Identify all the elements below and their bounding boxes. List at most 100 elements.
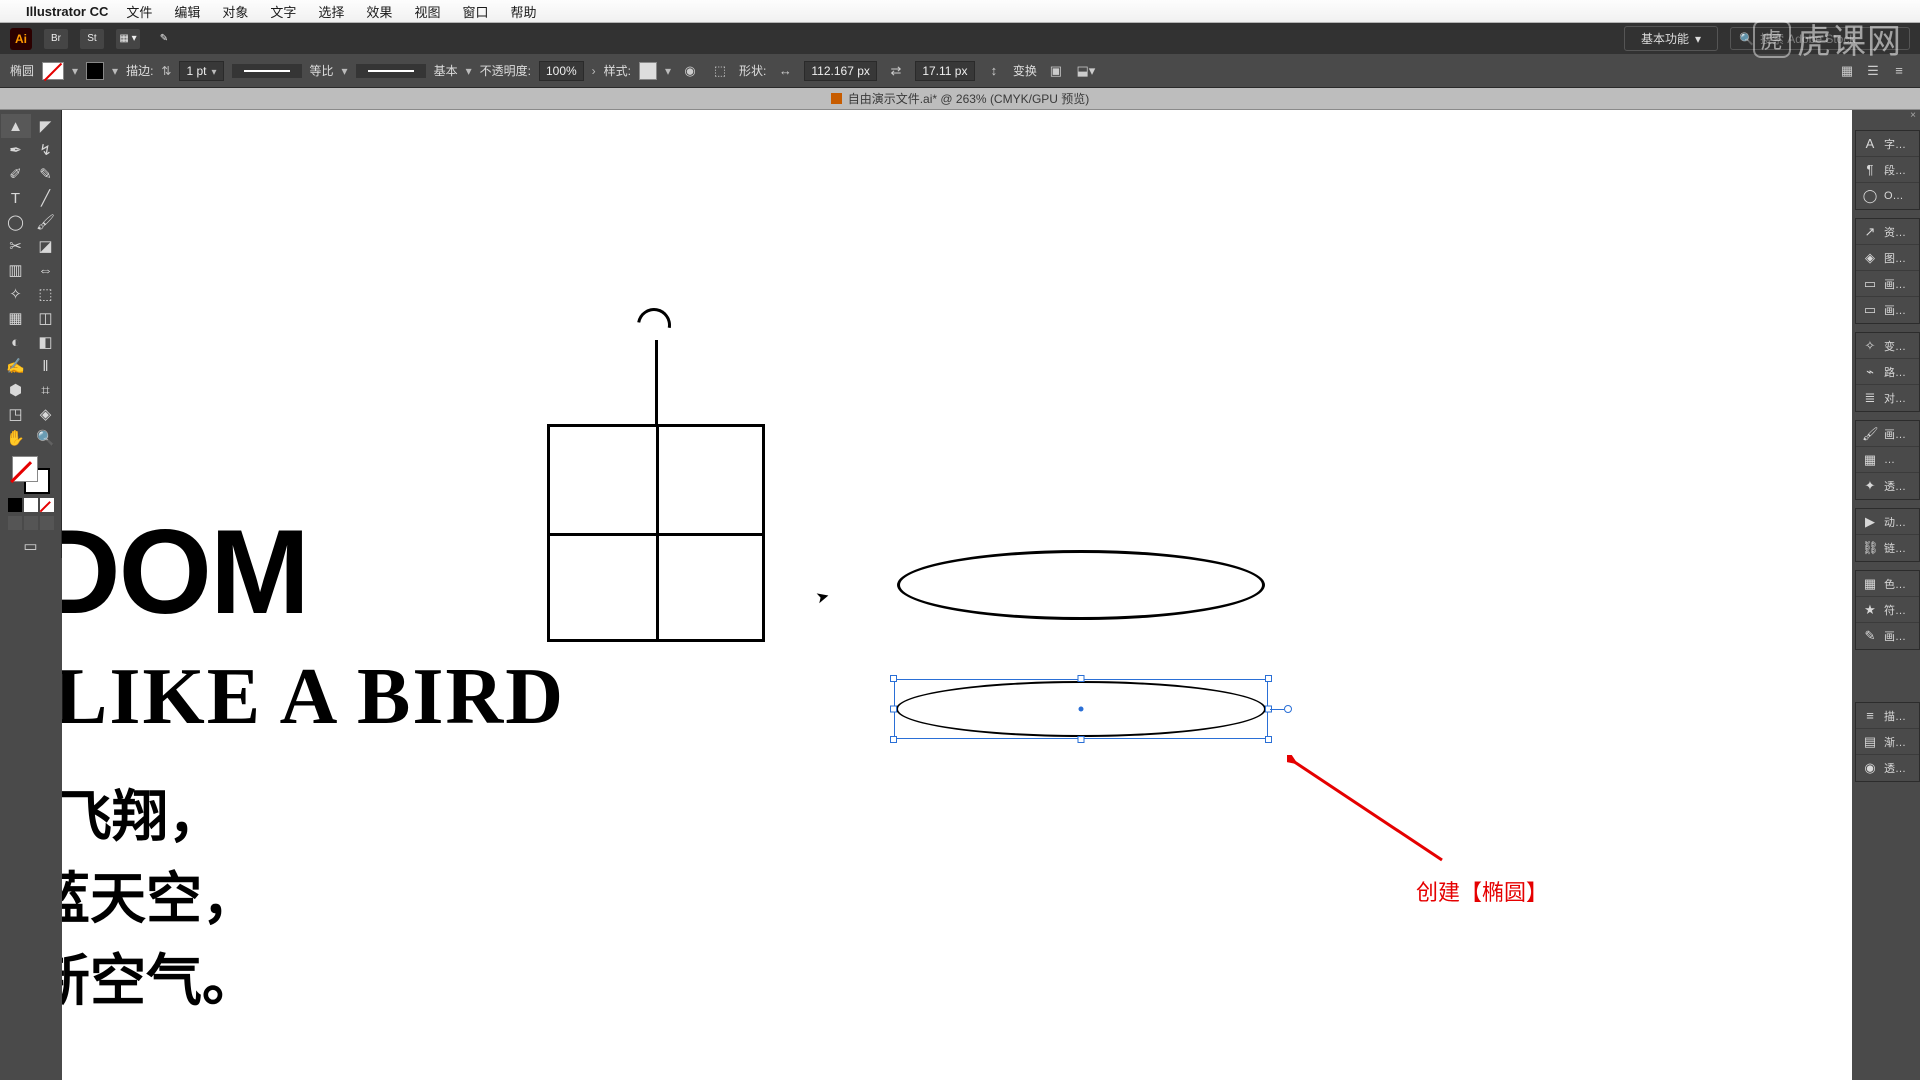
tool-24[interactable]: ◳ xyxy=(1,402,31,426)
draw-behind-icon[interactable] xyxy=(40,516,54,530)
canvas[interactable]: DOM LIKE A BIRD 飞翔， 蓝天空， 新空气。 ➤ xyxy=(62,110,1852,1080)
fill-swatch[interactable] xyxy=(42,62,64,80)
align-objects-icon[interactable]: ⬓▾ xyxy=(1075,60,1097,82)
menu-object[interactable]: 对象 xyxy=(222,2,248,21)
tool-0[interactable]: ▲ xyxy=(1,114,31,138)
panel-actions-0[interactable]: ▶动… xyxy=(1856,509,1919,535)
tool-18[interactable]: ◐ xyxy=(1,330,31,354)
menu-window[interactable]: 窗口 xyxy=(462,2,488,21)
tool-21[interactable]: ‖ xyxy=(31,354,61,378)
panel-stroke-0[interactable]: ≡描… xyxy=(1856,703,1919,729)
tool-3[interactable]: ↯ xyxy=(31,138,61,162)
tool-11[interactable]: ◪ xyxy=(31,234,61,258)
tool-26[interactable]: ✋ xyxy=(1,426,31,450)
bridge-icon[interactable]: Br xyxy=(44,29,68,49)
tool-1[interactable]: ◤ xyxy=(31,114,61,138)
panel-brush-1[interactable]: ▦… xyxy=(1856,447,1919,473)
tool-16[interactable]: ▦ xyxy=(1,306,31,330)
stock-icon[interactable]: St xyxy=(80,29,104,49)
panel-color-0[interactable]: ▦色… xyxy=(1856,571,1919,597)
panel-type-1[interactable]: ¶段… xyxy=(1856,157,1919,183)
tool-22[interactable]: ⬢ xyxy=(1,378,31,402)
link-wh-icon[interactable]: ⇄ xyxy=(885,60,907,82)
panel-actions-1[interactable]: ⛓链… xyxy=(1856,535,1919,561)
color-mode-icon[interactable] xyxy=(8,498,22,512)
menu-select[interactable]: 选择 xyxy=(318,2,344,21)
arrange-docs-icon[interactable]: ▦ ▾ xyxy=(116,29,140,49)
panel-transform-2[interactable]: ≣对… xyxy=(1856,385,1919,411)
stroke-swatch[interactable] xyxy=(86,62,104,80)
menu-help[interactable]: 帮助 xyxy=(510,2,536,21)
panel-assets-0[interactable]: ↗资… xyxy=(1856,219,1919,245)
tool-25[interactable]: ◈ xyxy=(31,402,61,426)
tool-5[interactable]: ✎ xyxy=(31,162,61,186)
handle-bottom-right[interactable] xyxy=(1265,736,1272,743)
brush-def-dropdown[interactable] xyxy=(356,64,426,78)
panel-type-0[interactable]: A字… xyxy=(1856,131,1919,157)
menu-effect[interactable]: 效果 xyxy=(366,2,392,21)
panel-stroke-1[interactable]: ▤渐… xyxy=(1856,729,1919,755)
selected-ellipse-group[interactable] xyxy=(894,679,1268,739)
tool-8[interactable]: ◯ xyxy=(1,210,31,234)
panel-brush-0[interactable]: 🖌画… xyxy=(1856,421,1919,447)
tool-27[interactable]: 🔍 xyxy=(31,426,61,450)
panel-color-2[interactable]: ✎画… xyxy=(1856,623,1919,649)
fill-box[interactable] xyxy=(12,456,38,482)
brush-tool-icon[interactable]: ✎ xyxy=(152,29,176,49)
tool-7[interactable]: ╱ xyxy=(31,186,61,210)
screen-mode-button[interactable]: ▭ xyxy=(1,534,61,558)
tool-12[interactable]: ▥ xyxy=(1,258,31,282)
width-field[interactable]: 112.167 px xyxy=(804,61,877,81)
panel-assets-2[interactable]: ▭画… xyxy=(1856,271,1919,297)
close-icon[interactable]: × xyxy=(1910,110,1916,122)
gradient-mode-icon[interactable] xyxy=(24,498,38,512)
tool-17[interactable]: ◫ xyxy=(31,306,61,330)
menu-view[interactable]: 视图 xyxy=(414,2,440,21)
panel-assets-1[interactable]: ◈图… xyxy=(1856,245,1919,271)
tool-14[interactable]: ✧ xyxy=(1,282,31,306)
tool-10[interactable]: ✂ xyxy=(1,234,31,258)
panel-assets-3[interactable]: ▭画… xyxy=(1856,297,1919,323)
panel-brush-2[interactable]: ✦透… xyxy=(1856,473,1919,499)
tool-6[interactable]: T xyxy=(1,186,31,210)
handle-bottom[interactable] xyxy=(1078,736,1085,743)
tool-15[interactable]: ⬚ xyxy=(31,282,61,306)
document-tab[interactable]: 自由演示文件.ai* @ 263% (CMYK/GPU 预览) xyxy=(0,88,1920,110)
tool-23[interactable]: ⌗ xyxy=(31,378,61,402)
panel-transform-1[interactable]: ⌁路… xyxy=(1856,359,1919,385)
handle-top[interactable] xyxy=(1078,675,1085,682)
panel-stroke-2[interactable]: ◉透… xyxy=(1856,755,1919,781)
menu-file[interactable]: 文件 xyxy=(126,2,152,21)
fill-stroke-control[interactable] xyxy=(12,456,50,494)
transform-label[interactable]: 变换 xyxy=(1013,62,1037,79)
handle-top-left[interactable] xyxy=(890,675,897,682)
stroke-profile-dropdown[interactable] xyxy=(232,64,302,78)
panel-transform-0[interactable]: ✧变… xyxy=(1856,333,1919,359)
none-mode-icon[interactable] xyxy=(40,498,54,512)
panel-type-2[interactable]: ◯O… xyxy=(1856,183,1919,209)
isolate-icon[interactable]: ▣ xyxy=(1045,60,1067,82)
draw-mode-icon[interactable] xyxy=(24,516,38,530)
rotate-handle[interactable] xyxy=(1284,705,1292,713)
align-icon[interactable]: ⬚ xyxy=(709,60,731,82)
stepper-icon[interactable]: ⇅ xyxy=(161,64,171,78)
tool-9[interactable]: 🖌 xyxy=(31,210,61,234)
stroke-weight-field[interactable]: 1 pt xyxy=(179,61,223,81)
tool-13[interactable]: ⇔ xyxy=(31,258,61,282)
panel-color-1[interactable]: ★符… xyxy=(1856,597,1919,623)
handle-top-right[interactable] xyxy=(1265,675,1272,682)
recolor-art-icon[interactable]: ◉ xyxy=(679,60,701,82)
handle-bottom-left[interactable] xyxy=(890,736,897,743)
opacity-field[interactable]: 100% xyxy=(539,61,584,81)
tool-2[interactable]: ✒ xyxy=(1,138,31,162)
tool-4[interactable]: ✐ xyxy=(1,162,31,186)
workspace-dropdown[interactable]: 基本功能 ▾ xyxy=(1624,26,1718,51)
menu-type[interactable]: 文字 xyxy=(270,2,296,21)
menu-edit[interactable]: 编辑 xyxy=(174,2,200,21)
height-field[interactable]: 17.11 px xyxy=(915,61,975,81)
handle-left[interactable] xyxy=(890,706,897,713)
screen-mode-icon[interactable] xyxy=(8,516,22,530)
tool-20[interactable]: ✍ xyxy=(1,354,31,378)
tool-19[interactable]: ◧ xyxy=(31,330,61,354)
graphic-style-swatch[interactable] xyxy=(639,62,657,80)
